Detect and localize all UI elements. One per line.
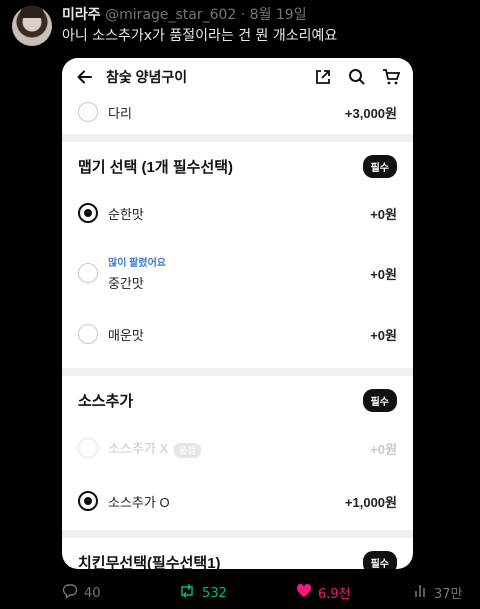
required-badge: 필수 [362,154,397,178]
tweet: 미라주 @mirage_star_602 · 8월 19일 아니 소스추가x가 … [0,0,480,609]
section-divider [62,368,413,376]
section-sauce-header: 소스추가 필수 [62,376,413,424]
section-title: 소스추가 [78,392,134,410]
app-header: 참숯 양념구이 [62,58,413,96]
section-title: 맵기 선택 (1개 필수선택) [78,158,234,176]
retweet-button[interactable]: 532 [178,583,227,603]
display-name[interactable]: 미라주 [62,7,101,23]
retweet-icon [178,583,196,603]
bar-chart-icon [414,583,428,602]
reply-button[interactable]: 40 [62,583,101,603]
radio-selected[interactable] [78,203,98,223]
option-row-no-sauce: 소스추가 X 품절 +0원 [62,424,413,472]
option-row-leg[interactable]: 다리 +3,000원 [62,96,413,128]
separator: · [240,7,246,23]
like-button[interactable]: 6.9천 [296,583,351,602]
cart-icon[interactable] [381,67,401,87]
option-label: 소스추가 X 품절 [108,438,370,458]
share-icon[interactable] [313,67,333,87]
heart-icon [296,583,312,602]
option-label: 순한맛 [108,206,144,222]
tweet-date[interactable]: 8월 19일 [250,7,307,23]
views-button[interactable]: 37만 [414,583,463,602]
retweet-count: 532 [202,585,227,601]
option-price: +1,000원 [344,494,397,510]
option-price: +0원 [370,327,397,343]
option-price: +0원 [370,441,397,457]
like-count: 6.9천 [318,587,351,602]
tweet-meta: 미라주 @mirage_star_602 · 8월 19일 [62,6,307,24]
reply-count: 40 [84,585,101,601]
option-price: +0원 [370,206,397,222]
attached-screenshot[interactable]: 참숯 양념구이 다리 +3,000원 맵기 선택 (1개 필수선택) 필수 순한… [62,58,413,569]
section-divider [62,134,413,142]
option-row-add-sauce[interactable]: 소스추가 O +1,000원 [62,472,413,530]
reply-icon [62,583,78,603]
soldout-badge: 품절 [174,442,201,458]
view-count: 37만 [434,587,463,602]
option-label: 소스추가 O [108,494,170,510]
tweet-actions: 40 532 6.9천 37만 [0,583,480,603]
search-icon[interactable] [347,67,367,87]
radio-unselected[interactable] [78,263,98,283]
tweet-text: 아니 소스추가x가 품절이라는 건 뭔 개소리예요 [62,28,338,44]
option-row-mild[interactable]: 순한맛 +0원 [62,190,413,236]
store-title: 참숯 양념구이 [106,69,188,85]
radio-selected[interactable] [78,491,98,511]
back-arrow-icon[interactable] [74,66,96,88]
option-label-text: 소스추가 X [108,441,169,457]
option-price: +3,000원 [344,105,397,121]
radio-disabled [78,438,98,458]
section-title: 치킨무선택(필수선택1) [78,554,221,570]
handle[interactable]: @mirage_star_602 [105,7,236,23]
option-row-medium[interactable]: 많이 팔렸어요 중간맛 +0원 [62,236,413,310]
popular-tag: 많이 팔렸어요 [108,258,166,269]
radio-unselected[interactable] [78,102,98,122]
radio-unselected[interactable] [78,324,98,344]
option-price: +0원 [370,266,397,282]
option-label: 다리 [108,105,132,121]
section-radish-header: 치킨무선택(필수선택1) 필수 [62,538,413,569]
avatar[interactable] [12,6,52,46]
option-row-hot[interactable]: 매운맛 +0원 [62,310,413,358]
section-spice-header: 맵기 선택 (1개 필수선택) 필수 [62,142,413,190]
option-label: 중간맛 [108,276,144,291]
required-badge: 필수 [362,550,397,569]
option-label: 매운맛 [108,327,144,343]
section-divider [62,530,413,538]
required-badge: 필수 [362,388,397,412]
